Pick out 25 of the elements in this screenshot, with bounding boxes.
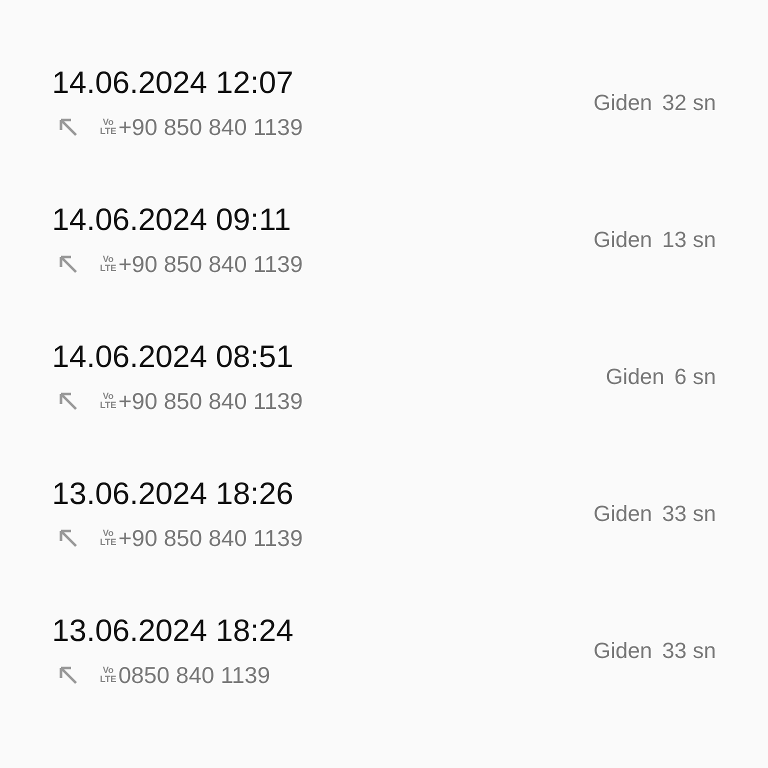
volte-icon: Vo LTE: [100, 666, 116, 684]
phone-number: +90 850 840 1139: [118, 388, 303, 414]
volte-icon: Vo LTE: [100, 118, 116, 136]
volte-icon: Vo LTE: [100, 392, 116, 410]
call-direction: Giden: [606, 364, 664, 390]
phone-number: +90 850 840 1139: [118, 250, 303, 278]
phone-number: +90 850 840 1139: [118, 524, 303, 552]
call-datetime: 13.06.2024 18:24: [52, 612, 294, 650]
call-direction: Giden: [593, 500, 652, 526]
phone-number: 0850 840 1139: [118, 662, 270, 688]
call-duration: 33 sn: [662, 500, 716, 526]
call-duration: 33 sn: [662, 638, 716, 664]
volte-icon: Vo LTE: [100, 255, 116, 273]
call-datetime: 13.06.2024 18:26: [52, 475, 294, 513]
call-datetime: 14.06.2024 08:51: [52, 338, 294, 376]
call-direction: Giden: [593, 638, 652, 664]
call-duration: 6 sn: [674, 364, 716, 390]
volte-icon: Vo LTE: [100, 529, 116, 547]
call-duration: 13 sn: [662, 226, 716, 252]
call-direction: Giden: [593, 226, 652, 252]
call-datetime: 14.06.2024 09:11: [52, 201, 292, 239]
phone-number: +90 850 840 1139: [118, 114, 303, 140]
call-direction: Giden: [593, 90, 652, 116]
call-duration: 32 sn: [662, 90, 716, 116]
call-datetime: 14.06.2024 12:07: [52, 64, 294, 102]
